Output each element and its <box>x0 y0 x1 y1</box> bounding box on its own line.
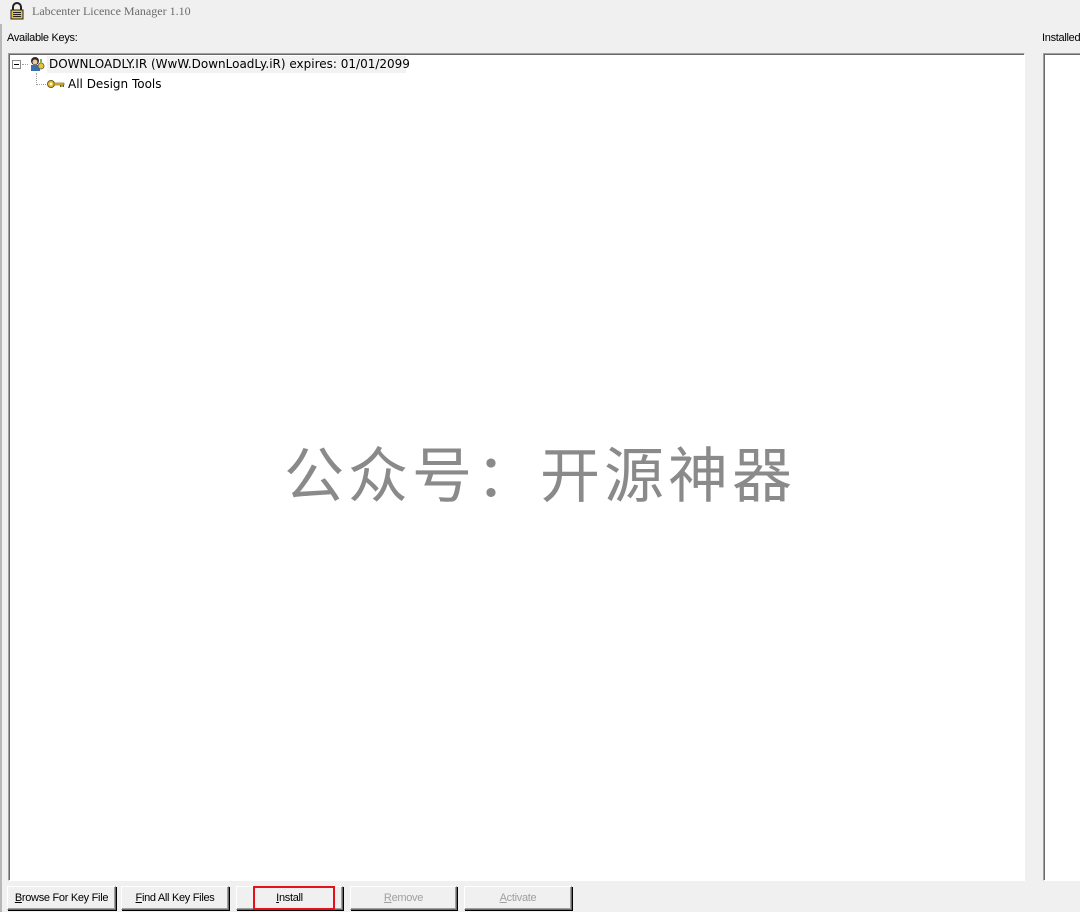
remove-button-accel: R <box>383 892 392 904</box>
padlock-icon <box>10 2 24 20</box>
title-bar: Labcenter Licence Manager 1.10 <box>0 0 1080 24</box>
tree-connector <box>37 84 46 85</box>
watermark-text: 公众号：开源神器 <box>284 442 796 512</box>
available-keys-label: Available Keys: <box>7 32 78 44</box>
remove-button-label: emove <box>391 892 424 904</box>
tree-connector <box>22 64 28 65</box>
browse-button-label: rowse For Key File <box>21 892 109 904</box>
window-title: Labcenter Licence Manager 1.10 <box>32 4 191 18</box>
browse-for-key-file-button[interactable]: Browse For Key File <box>7 886 116 910</box>
installed-keys-list[interactable] <box>1043 53 1080 881</box>
activate-button[interactable]: Activate <box>464 886 572 910</box>
install-button-label: nstall <box>278 892 303 904</box>
activate-button-accel: A <box>499 892 507 904</box>
tree-root-label[interactable]: DOWNLOADLY.IR (WwW.DownLoadLy.iR) expire… <box>49 57 410 71</box>
installed-keys-label: Installed <box>1042 32 1080 44</box>
collapse-toggle-icon[interactable] <box>12 60 21 69</box>
browse-button-accel: B <box>14 892 22 904</box>
remove-button[interactable]: Remove <box>350 886 457 910</box>
window-left-edge <box>0 24 2 912</box>
find-button-label: ind All Key Files <box>141 892 215 904</box>
licence-manager-window: Labcenter Licence Manager 1.10 Available… <box>0 0 1080 912</box>
tree-child-all-design-tools[interactable]: All Design Tools <box>68 77 162 91</box>
activate-button-label: ctivate <box>506 892 537 904</box>
find-all-key-files-button[interactable]: Find All Key Files <box>121 886 229 910</box>
install-button[interactable]: Install <box>236 886 343 910</box>
key-icon <box>47 80 65 88</box>
key-holder-icon <box>31 57 45 71</box>
